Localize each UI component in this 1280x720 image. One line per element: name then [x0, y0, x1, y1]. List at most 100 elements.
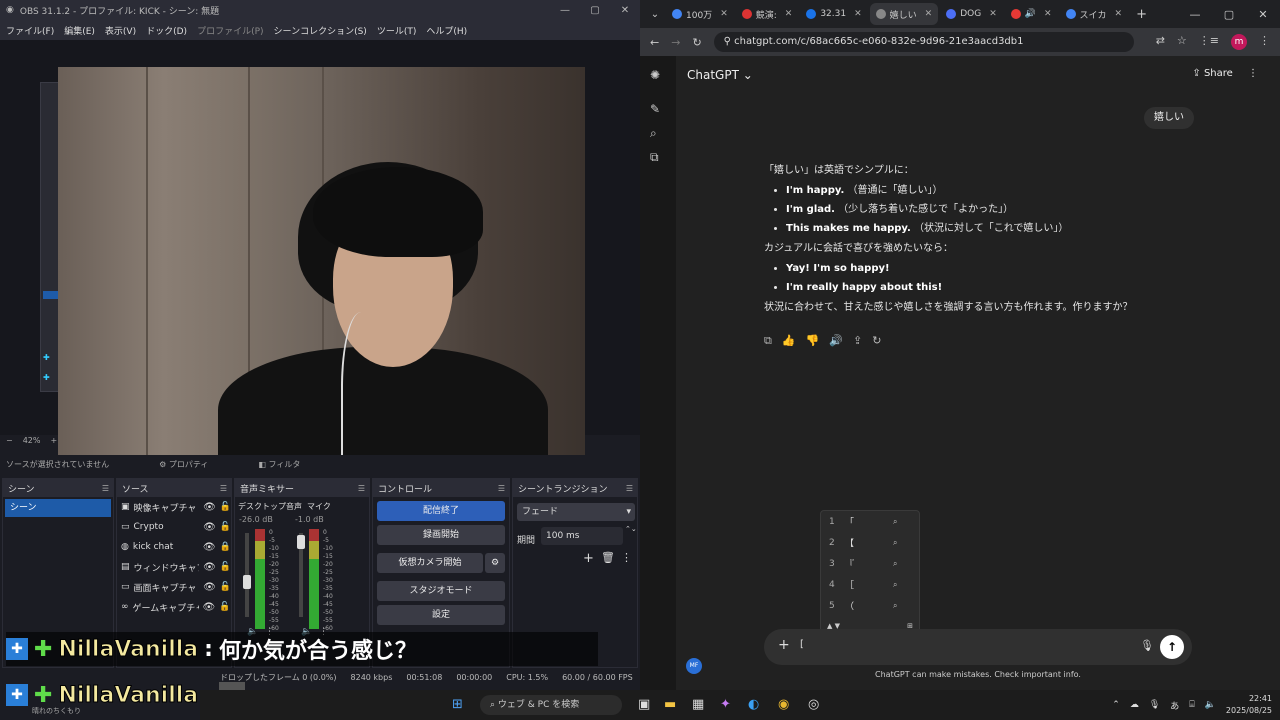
tab-7[interactable]: スイカ ✕ [1060, 3, 1129, 25]
stop-streaming-button[interactable]: 配信終了 [377, 501, 505, 521]
tab-4-active[interactable]: 嬉しい ✕ [869, 3, 939, 25]
library-icon[interactable]: ⧉ [650, 150, 659, 165]
maximize-icon[interactable]: ▢ [1212, 8, 1246, 21]
task-view-icon[interactable]: ▣ [638, 697, 650, 712]
magnifier-icon[interactable]: ⌕ [893, 580, 897, 590]
dock-menu-icon[interactable]: ☰ [220, 484, 227, 493]
zoom-in-icon[interactable]: + [50, 436, 57, 445]
back-icon[interactable]: ← [650, 36, 659, 49]
mic-tray-icon[interactable]: 🎙 [1149, 700, 1160, 710]
mic-volume-slider[interactable] [297, 533, 305, 617]
regenerate-icon[interactable]: ↻ [872, 334, 881, 348]
ime-candidate[interactable]: 4 ［ ⌕ [821, 574, 919, 595]
attach-plus-icon[interactable]: + [778, 637, 790, 653]
send-button[interactable]: ↑ [1160, 635, 1184, 659]
bookmark-star-icon[interactable]: ☆ [1177, 34, 1187, 50]
ime-candidate[interactable]: 2 【 ⌕ [821, 532, 919, 553]
file-explorer-icon[interactable]: ▬ [664, 697, 676, 712]
ime-candidate[interactable]: 3 『 ⌕ [821, 553, 919, 574]
tab-5[interactable]: DOG ✕ [940, 3, 1003, 25]
eye-icon[interactable]: 👁 [203, 582, 216, 593]
kebab-icon[interactable]: ⋮ [621, 551, 632, 564]
menu-help[interactable]: ヘルプ(H) [426, 24, 467, 37]
clock[interactable]: 22:41 2025/08/25 [1226, 693, 1272, 717]
source-item[interactable]: ▣ 映像キャプチャ 👁 🔓 [117, 497, 231, 517]
close-icon[interactable]: ✕ [1246, 8, 1280, 21]
search-icon[interactable]: ⌕ [650, 126, 657, 141]
ime-mode[interactable]: あ [1170, 699, 1179, 712]
site-info-icon[interactable]: ⚲ [724, 36, 735, 47]
model-selector[interactable]: ChatGPT ⌄ [687, 68, 753, 82]
network-icon[interactable]: ⌸ [1189, 700, 1194, 710]
properties-button[interactable]: ⚙ プロパティ [159, 459, 208, 470]
tab-6[interactable]: 🔊 ✕ [1005, 3, 1058, 25]
menu-edit[interactable]: 編集(E) [64, 24, 95, 37]
start-recording-button[interactable]: 録画開始 [377, 525, 505, 545]
lock-icon[interactable]: 🔓 [220, 502, 231, 512]
ime-candidate[interactable]: 1 「 ⌕ [821, 511, 919, 532]
chrome-menu-icon[interactable]: ⋮ [1259, 34, 1270, 50]
forward-icon[interactable]: → [671, 36, 680, 49]
close-icon[interactable]: ✕ [610, 5, 640, 16]
thumbs-down-icon[interactable]: 👎 [806, 334, 820, 348]
studio-mode-button[interactable]: スタジオモード [377, 581, 505, 601]
edge-icon[interactable]: ◐ [748, 697, 759, 712]
new-chat-icon[interactable]: ✎ [650, 102, 660, 116]
source-item[interactable]: ◍ kick chat 👁 🔒 [117, 537, 231, 557]
lock-icon[interactable]: 🔓 [220, 582, 231, 592]
close-tab-icon[interactable]: ✕ [720, 9, 728, 19]
dock-menu-icon[interactable]: ☰ [358, 484, 365, 493]
close-tab-icon[interactable]: ✕ [854, 9, 862, 19]
virtual-camera-settings-icon[interactable]: ⚙ [485, 553, 505, 573]
minimize-icon[interactable]: — [1178, 8, 1212, 21]
share-button[interactable]: ⇪ Share ⋮ [1192, 68, 1258, 79]
onedrive-icon[interactable]: ☁ [1130, 700, 1139, 710]
transition-select[interactable]: フェード ▾ [517, 503, 635, 521]
reload-icon[interactable]: ↻ [692, 36, 701, 49]
obs-taskbar-icon[interactable]: ◎ [808, 697, 819, 712]
source-item[interactable]: ∞ ゲームキャプチャ 👁 🔓 [117, 597, 231, 617]
magnifier-icon[interactable]: ⌕ [893, 559, 897, 569]
zoom-out-icon[interactable]: − [6, 436, 13, 445]
add-icon[interactable]: + [583, 551, 594, 566]
minimize-icon[interactable]: — [550, 5, 580, 16]
extensions-icon[interactable]: ⋮≡ [1199, 34, 1219, 50]
store-icon[interactable]: ▦ [692, 697, 704, 712]
lock-icon[interactable]: 🔓 [219, 602, 230, 612]
composer-input[interactable]: [ [800, 639, 804, 650]
menu-profile[interactable]: プロファイル(P) [197, 24, 263, 37]
close-tab-icon[interactable]: ✕ [1044, 9, 1052, 19]
source-item[interactable]: ▤ ウィンドウキャプ 👁 🔓 [117, 557, 231, 577]
close-tab-icon[interactable]: ✕ [925, 9, 933, 19]
new-tab-icon[interactable]: + [1136, 7, 1147, 22]
close-tab-icon[interactable]: ✕ [785, 9, 793, 19]
stepper-icon[interactable]: ⌃⌄ [625, 525, 637, 533]
eye-icon[interactable]: 👁 [203, 542, 216, 553]
tab-search-icon[interactable]: ⌄ [646, 9, 664, 20]
copilot-icon[interactable]: ✦ [720, 697, 731, 712]
read-aloud-icon[interactable]: 🔊 [829, 334, 843, 348]
maximize-icon[interactable]: ▢ [580, 5, 610, 16]
menu-dock[interactable]: ドック(D) [146, 24, 187, 37]
tray-chevron-icon[interactable]: ⌃ [1112, 700, 1120, 710]
close-tab-icon[interactable]: ✕ [1115, 9, 1123, 19]
microphone-icon[interactable]: 🎙 [1140, 639, 1154, 652]
dock-menu-icon[interactable]: ☰ [102, 484, 109, 493]
dock-menu-icon[interactable]: ☰ [498, 484, 505, 493]
menu-scene-collection[interactable]: シーンコレクション(S) [274, 24, 367, 37]
menu-file[interactable]: ファイル(F) [6, 24, 54, 37]
mic-volume-knob[interactable] [297, 535, 305, 549]
close-tab-icon[interactable]: ✕ [989, 9, 997, 19]
lock-icon[interactable]: 🔓 [220, 522, 231, 532]
desktop-volume-slider[interactable] [243, 533, 251, 617]
magnifier-icon[interactable]: ⌕ [893, 601, 897, 611]
share-icon[interactable]: ⇪ [853, 334, 862, 348]
volume-icon[interactable]: 🔈 [1205, 700, 1216, 710]
dock-menu-icon[interactable]: ☰ [626, 484, 633, 493]
menu-tools[interactable]: ツール(T) [377, 24, 417, 37]
magnifier-icon[interactable]: ⌕ [893, 517, 897, 527]
translate-icon[interactable]: ⇄ [1156, 34, 1165, 50]
eye-icon[interactable]: 👁 [203, 562, 216, 573]
tab-1[interactable]: 100万 ✕ [666, 3, 734, 25]
settings-button[interactable]: 設定 [377, 605, 505, 625]
